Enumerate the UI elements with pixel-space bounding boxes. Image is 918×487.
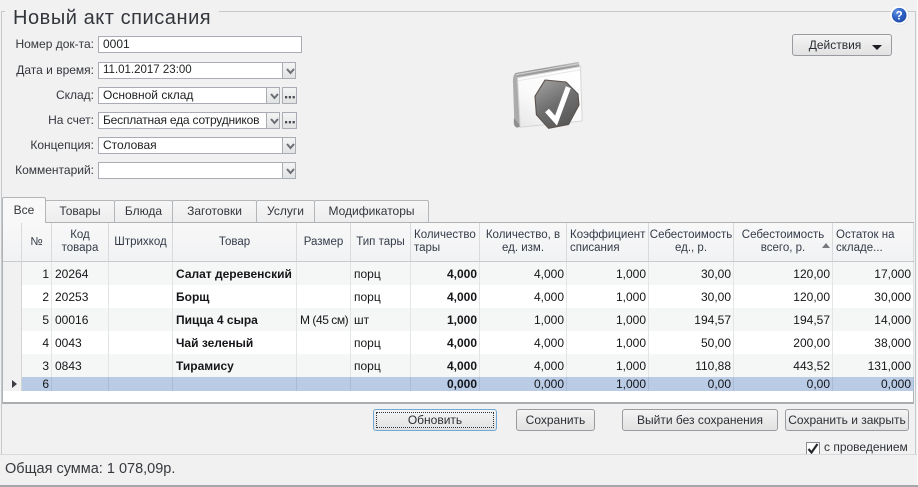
svg-text:?: ? <box>896 10 903 22</box>
